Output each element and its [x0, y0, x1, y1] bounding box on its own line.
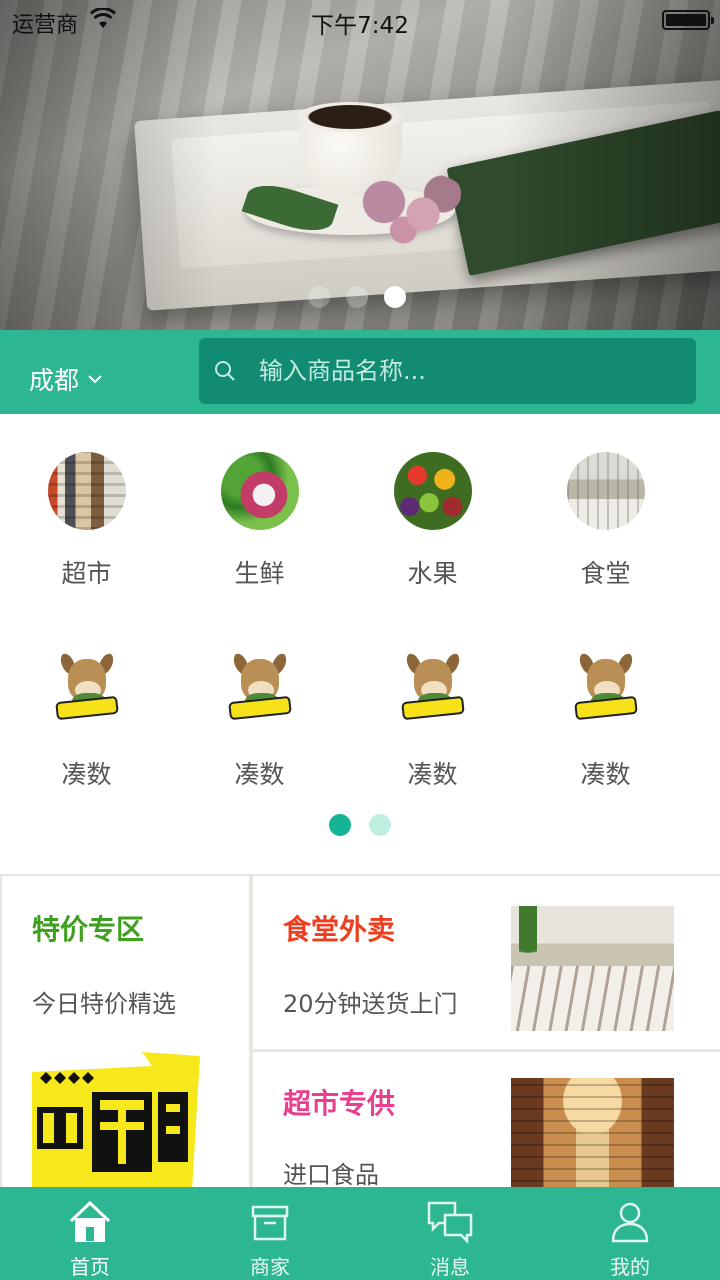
promo-title: 超市专供: [283, 1087, 396, 1120]
category-label: 食堂: [580, 559, 631, 588]
bottom-tab-bar: 首页 商家 消息 我的: [0, 1187, 720, 1280]
category-supermarket[interactable]: 超市: [0, 414, 173, 588]
status-bar: 运营商 下午7:42: [0, 0, 720, 40]
store-icon: [251, 1205, 289, 1241]
tab-messages[interactable]: 消息: [360, 1187, 540, 1280]
category-grid: 超市 生鲜 水果 食堂 凑数 凑数 凑数 凑数: [0, 414, 720, 874]
donkey-mascot-icon: [394, 651, 472, 731]
canteen-photo: [511, 906, 674, 1031]
banner-pagination[interactable]: [308, 286, 406, 308]
status-time: 下午7:42: [311, 13, 409, 39]
battery-icon: [662, 10, 714, 30]
category-page-dot[interactable]: [369, 814, 391, 836]
promo-supermarket-supply[interactable]: 超市专供 进口食品: [253, 1052, 720, 1194]
today-special-graphic: [32, 1052, 200, 1192]
tab-profile[interactable]: 我的: [540, 1187, 720, 1280]
category-label: 凑数: [407, 760, 458, 789]
category-label: 凑数: [61, 760, 112, 789]
tab-home[interactable]: 首页: [0, 1187, 180, 1280]
chevron-down-icon: [88, 375, 102, 384]
category-placeholder[interactable]: 凑数: [173, 615, 346, 789]
category-fresh[interactable]: 生鲜: [173, 414, 346, 588]
category-placeholder[interactable]: 凑数: [0, 615, 173, 789]
promo-section: 特价专区 今日特价精选 食堂外卖 20分钟送货上门 超市专供 进口食品: [0, 874, 720, 1194]
supermarket-image: [47, 452, 126, 530]
category-canteen[interactable]: 食堂: [519, 414, 692, 588]
donkey-mascot-icon: [567, 651, 645, 731]
canteen-image: [566, 452, 645, 530]
promo-canteen-delivery[interactable]: 食堂外卖 20分钟送货上门: [253, 876, 720, 1049]
supermarket-aisle-photo: [511, 1078, 674, 1194]
promo-special-offers[interactable]: 特价专区 今日特价精选: [2, 876, 249, 1194]
banner-vignette: [0, 0, 720, 330]
tab-merchants[interactable]: 商家: [180, 1187, 360, 1280]
category-page-dot-active[interactable]: [329, 814, 351, 836]
search-box[interactable]: [199, 338, 696, 404]
tab-label: 首页: [70, 1255, 110, 1279]
search-bar: 成都: [0, 330, 720, 414]
category-label: 凑数: [234, 760, 285, 789]
promo-title: 特价专区: [32, 913, 145, 946]
banner-dot-active[interactable]: [384, 286, 406, 308]
category-label: 超市: [61, 559, 112, 588]
message-icon: [427, 1201, 473, 1245]
search-icon: [215, 361, 235, 381]
tab-label: 消息: [430, 1255, 470, 1279]
user-icon: [611, 1202, 649, 1243]
fresh-produce-image: [220, 452, 299, 530]
donkey-mascot-icon: [48, 651, 126, 731]
promo-subtitle: 进口食品: [283, 1161, 379, 1189]
city-label: 成都: [29, 366, 80, 395]
promo-title: 食堂外卖: [283, 913, 396, 946]
category-placeholder[interactable]: 凑数: [519, 615, 692, 789]
hero-banner[interactable]: [0, 0, 720, 330]
promo-subtitle: 今日特价精选: [32, 990, 176, 1018]
tab-label: 我的: [610, 1255, 650, 1279]
banner-dot[interactable]: [308, 286, 330, 308]
category-label: 生鲜: [234, 559, 285, 588]
tab-label: 商家: [250, 1255, 290, 1279]
home-icon: [69, 1200, 111, 1242]
category-fruit[interactable]: 水果: [346, 414, 519, 588]
category-placeholder[interactable]: 凑数: [346, 615, 519, 789]
category-label: 水果: [407, 559, 458, 588]
banner-dot[interactable]: [346, 286, 368, 308]
fruit-image: [393, 452, 472, 530]
search-input[interactable]: [259, 357, 659, 385]
promo-subtitle: 20分钟送货上门: [283, 990, 458, 1018]
donkey-mascot-icon: [221, 651, 299, 731]
category-label: 凑数: [580, 760, 631, 789]
category-pagination[interactable]: [329, 814, 391, 836]
city-selector[interactable]: 成都: [29, 361, 103, 397]
